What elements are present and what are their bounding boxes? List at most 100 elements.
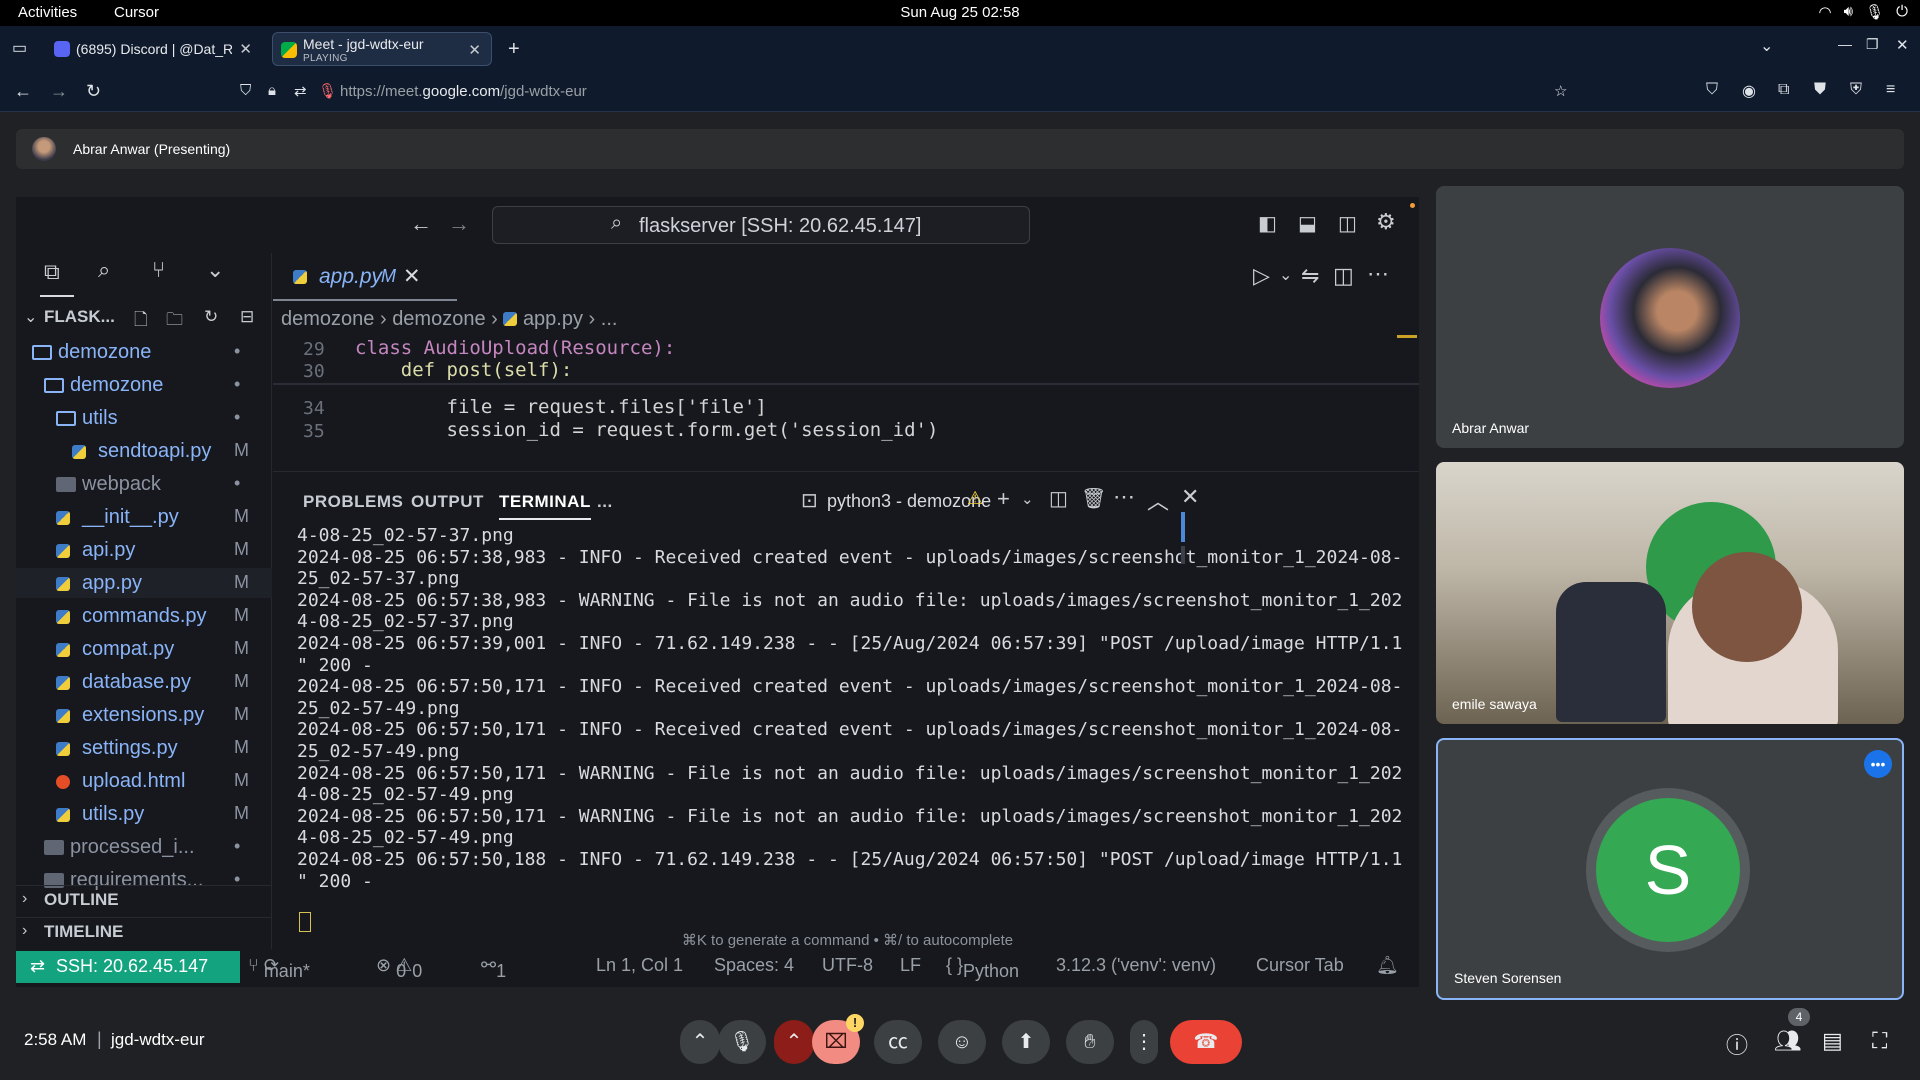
forward-icon[interactable]: → (50, 81, 68, 102)
code-line[interactable]: session_id = request.form.get('session_i… (355, 419, 939, 441)
outline-section[interactable]: › OUTLINE (16, 885, 272, 915)
collapse-all-icon[interactable]: ⊟ (240, 307, 254, 327)
more-tabs-icon[interactable]: ... (597, 492, 613, 512)
participant-tile[interactable]: Abrar Anwar (1436, 186, 1904, 448)
permissions-icon[interactable]: ⇄ (294, 82, 307, 100)
code-line[interactable]: def post(self): (355, 359, 573, 381)
tree-item[interactable]: demozone • (16, 337, 272, 367)
ublock-icon[interactable]: ⛨ (1850, 81, 1862, 99)
system-tray[interactable]: ◠ 🔊︎ 🎙︎ ⏻ (1819, 3, 1908, 21)
tree-item[interactable]: settings.py M (16, 733, 272, 763)
people-icon[interactable]: 👥︎ (1774, 1028, 1802, 1054)
chat-icon[interactable]: ▤ (1822, 1028, 1843, 1054)
code-line[interactable]: file = request.files['file'] (355, 396, 767, 418)
extensions-icon[interactable]: ⧉ (1778, 81, 1789, 99)
app-menu[interactable]: Cursor (114, 4, 159, 21)
tree-item[interactable]: __init__.py M (16, 502, 272, 532)
breadcrumb-item[interactable]: ... (601, 308, 618, 330)
terminal-dropdown-chevron-icon[interactable]: ⌄ (1021, 490, 1034, 508)
close-icon[interactable]: ✕ (468, 41, 481, 59)
terminal-output[interactable]: 4-08-25_02-57-37.png 2024-08-25 06:57:38,… (297, 525, 1402, 892)
list-tabs-icon[interactable]: ⌄ (1760, 36, 1773, 56)
tab-manager-icon[interactable]: ▭ (12, 38, 27, 58)
meeting-info-icon[interactable]: ⓘ (1726, 1028, 1748, 1060)
breadcrumb[interactable]: demozone › demozone › app.py › ... (281, 308, 617, 331)
tab-terminal[interactable]: TERMINAL (499, 492, 591, 520)
new-terminal-icon[interactable]: + (997, 486, 1010, 512)
source-control-icon[interactable]: ⑂ (152, 257, 165, 283)
terminal-scrollbar-thumb[interactable] (1181, 546, 1185, 564)
close-icon[interactable]: ✕ (403, 264, 421, 289)
tree-item[interactable]: utils • (16, 403, 272, 433)
tab-problems[interactable]: PROBLEMS (303, 492, 403, 512)
account-icon[interactable]: ◉ (1742, 81, 1756, 101)
language-mode[interactable]: { } Python (946, 955, 1019, 981)
bookmark-star-icon[interactable]: ☆ (1554, 82, 1567, 100)
tree-item[interactable]: commands.py M (16, 601, 272, 631)
breadcrumb-item[interactable]: demozone (281, 308, 374, 330)
python-interpreter[interactable]: 3.12.3 ('venv': venv) (1056, 955, 1216, 976)
reactions-button[interactable]: ☺ (938, 1020, 986, 1064)
tree-item[interactable]: extensions.py M (16, 700, 272, 730)
restore-icon[interactable]: ❐ (1866, 36, 1879, 53)
tab-app-py[interactable]: app.py M ✕ (273, 253, 457, 301)
split-terminal-icon[interactable]: ◫ (1049, 486, 1068, 511)
raise-hand-button[interactable]: ✋︎ (1066, 1020, 1114, 1064)
toggle-panel-icon[interactable]: ⬓ (1298, 211, 1317, 236)
tree-item[interactable]: upload.html M (16, 766, 272, 796)
captions-button[interactable]: ㏄ (874, 1020, 922, 1064)
toggle-secondary-sidebar-icon[interactable]: ◫ (1338, 211, 1357, 236)
more-actions-icon[interactable]: ⋯ (1367, 261, 1389, 287)
tree-item[interactable]: app.py M (16, 568, 272, 598)
code-line[interactable]: class AudioUpload(Resource): (355, 337, 675, 359)
cursor-position[interactable]: Ln 1, Col 1 (596, 955, 683, 976)
new-file-icon[interactable]: 🗋 (134, 307, 148, 336)
refresh-icon[interactable]: ↻ (204, 307, 218, 327)
diff-icon[interactable]: ⇋ (1301, 263, 1319, 289)
run-icon[interactable]: ▷ (1253, 263, 1270, 289)
breadcrumb-item[interactable]: demozone (392, 308, 485, 330)
split-editor-icon[interactable]: ◫ (1333, 263, 1354, 289)
problems-indicator[interactable]: ⊗ 0 ⚠ 0 (376, 955, 422, 981)
url-bar[interactable]: ⛉ 🔒︎ ⇄ 🎙︎ https://meet.google.com/jgd-wd… (236, 78, 1588, 106)
audio-options-button[interactable]: ⌃ (680, 1020, 720, 1064)
pocket-icon[interactable]: ⛉ (1706, 81, 1718, 99)
video-options-button[interactable]: ⌃ (774, 1020, 814, 1064)
back-icon[interactable]: ← (14, 81, 32, 102)
panel-more-icon[interactable]: ⋯ (1113, 484, 1135, 510)
menu-icon[interactable]: ≡ (1886, 81, 1895, 99)
close-icon[interactable]: ✕ (239, 40, 252, 58)
bell-icon[interactable]: 🔔︎ (1376, 955, 1399, 976)
close-panel-icon[interactable]: ✕ (1181, 484, 1199, 510)
new-tab-button[interactable]: + (508, 38, 520, 61)
activities-button[interactable]: Activities (18, 4, 77, 21)
tree-item[interactable]: compat.py M (16, 634, 272, 664)
present-button[interactable]: ⬆ (1002, 1020, 1050, 1064)
explorer-header[interactable]: ⌄ FLASK... 🗋 🗀 ↻ ⊟ (16, 303, 272, 333)
lock-icon[interactable]: 🔒︎ (268, 82, 276, 99)
command-center[interactable]: ⌕ flaskserver [SSH: 20.62.45.147] (492, 206, 1030, 244)
shield-icon[interactable]: ⛉ (240, 82, 251, 99)
more-views-chevron-icon[interactable]: ⌄ (206, 257, 224, 283)
tab-discord[interactable]: (6895) Discord | @Dat_R ✕ (46, 32, 262, 66)
tree-item[interactable]: api.py M (16, 535, 272, 565)
tree-item[interactable]: processed_i... • (16, 832, 272, 862)
ide-back-icon[interactable]: ← (410, 211, 432, 237)
trash-icon[interactable]: 🗑︎ (1081, 486, 1106, 511)
clock[interactable]: Sun Aug 25 02:58 (0, 4, 1920, 21)
tab-meet[interactable]: Meet - jgd-wdtx-eur PLAYING ✕ (272, 32, 492, 66)
explorer-icon[interactable]: ⧉ (44, 259, 60, 285)
minimize-icon[interactable]: — (1838, 36, 1852, 52)
line-ending[interactable]: LF (900, 955, 921, 976)
search-view-icon[interactable]: ⌕ (98, 257, 110, 283)
breadcrumb-item[interactable]: app.py (523, 308, 583, 330)
leave-call-button[interactable]: ☎︎ (1170, 1020, 1242, 1064)
run-options-chevron-icon[interactable]: ⌄ (1279, 265, 1292, 285)
microphone-button[interactable]: 🎙︎ (718, 1020, 766, 1064)
tree-item[interactable]: webpack • (16, 469, 272, 499)
tree-item[interactable]: sendtoapi.py M (16, 436, 272, 466)
mic-sharing-icon[interactable]: 🎙︎ (318, 82, 337, 100)
tree-item[interactable]: database.py M (16, 667, 272, 697)
toggle-sidebar-icon[interactable]: ◧ (1258, 211, 1277, 236)
more-options-button[interactable]: ⋮ (1130, 1020, 1158, 1064)
